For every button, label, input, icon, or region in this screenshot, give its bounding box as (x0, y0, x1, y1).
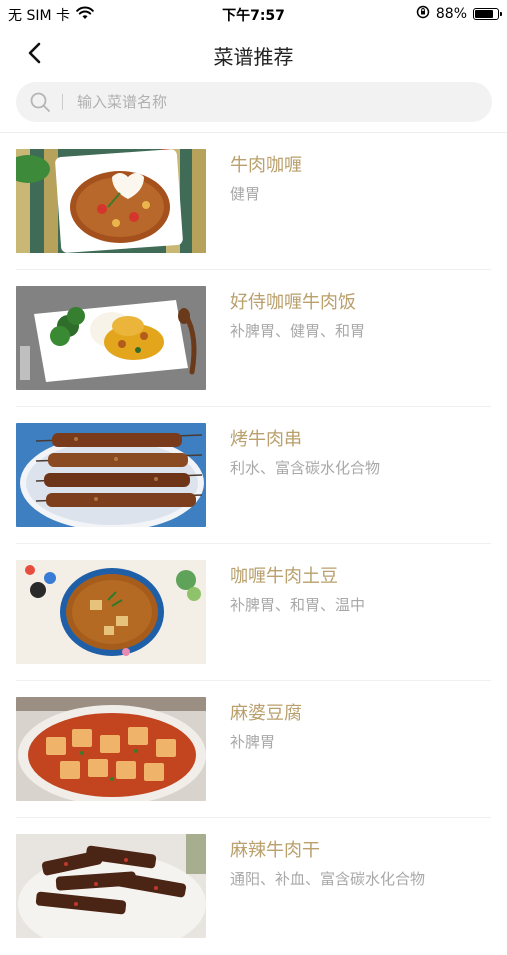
nav-bar: 菜谱推荐 (0, 28, 507, 80)
recipe-tags: 健胃 (230, 185, 261, 203)
recipe-item[interactable]: 牛肉咖喱 健胃 (0, 133, 507, 270)
recipe-name: 咖喱牛肉土豆 (230, 566, 338, 587)
recipe-item[interactable]: 烤牛肉串 利水、富含碳水化合物 (0, 407, 507, 544)
recipe-item[interactable]: 麻婆豆腐 补脾胃 (0, 681, 507, 818)
curry-beef-photo (16, 149, 206, 253)
recipe-tags: 利水、富含碳水化合物 (230, 459, 381, 477)
mapo-tofu-photo (16, 697, 206, 801)
status-bar: 无 SIM 卡 下午7:57 88% (0, 0, 507, 28)
battery-percent: 88% (435, 6, 467, 22)
recipe-name: 牛肉咖喱 (230, 155, 302, 176)
recipe-tags: 补脾胃、健胃、和胃 (230, 322, 366, 340)
search-divider (62, 94, 63, 110)
search-input[interactable] (75, 92, 459, 112)
search-bar[interactable] (16, 82, 492, 122)
spicy-jerky-photo (16, 834, 206, 938)
recipe-name: 麻辣牛肉干 (230, 840, 320, 861)
recipe-name: 烤牛肉串 (230, 429, 302, 450)
recipe-item[interactable]: 麻辣牛肉干 通阳、补血、富含碳水化合物 (0, 818, 507, 955)
recipe-item[interactable]: 咖喱牛肉土豆 补脾胃、和胃、温中 (0, 544, 507, 681)
search-icon (28, 90, 52, 114)
curry-potato-photo (16, 560, 206, 664)
orientation-lock-icon (416, 5, 430, 23)
recipe-name: 好侍咖喱牛肉饭 (230, 292, 356, 313)
recipe-name: 麻婆豆腐 (230, 703, 302, 724)
curry-rice-photo (16, 286, 206, 390)
status-right: 88% (416, 5, 502, 23)
recipe-tags: 补脾胃、和胃、温中 (230, 596, 366, 614)
battery-icon (473, 8, 502, 20)
recipe-list: 牛肉咖喱 健胃 好侍咖喱牛肉饭 补脾胃、健胃、和胃 烤牛肉串 利水、富含碳水化合… (0, 133, 507, 955)
page-title: 菜谱推荐 (213, 45, 294, 69)
beef-skewers-photo (16, 423, 206, 527)
recipe-tags: 通阳、补血、富含碳水化合物 (230, 870, 426, 888)
recipe-item[interactable]: 好侍咖喱牛肉饭 补脾胃、健胃、和胃 (0, 270, 507, 407)
recipe-tags: 补脾胃 (230, 733, 276, 751)
